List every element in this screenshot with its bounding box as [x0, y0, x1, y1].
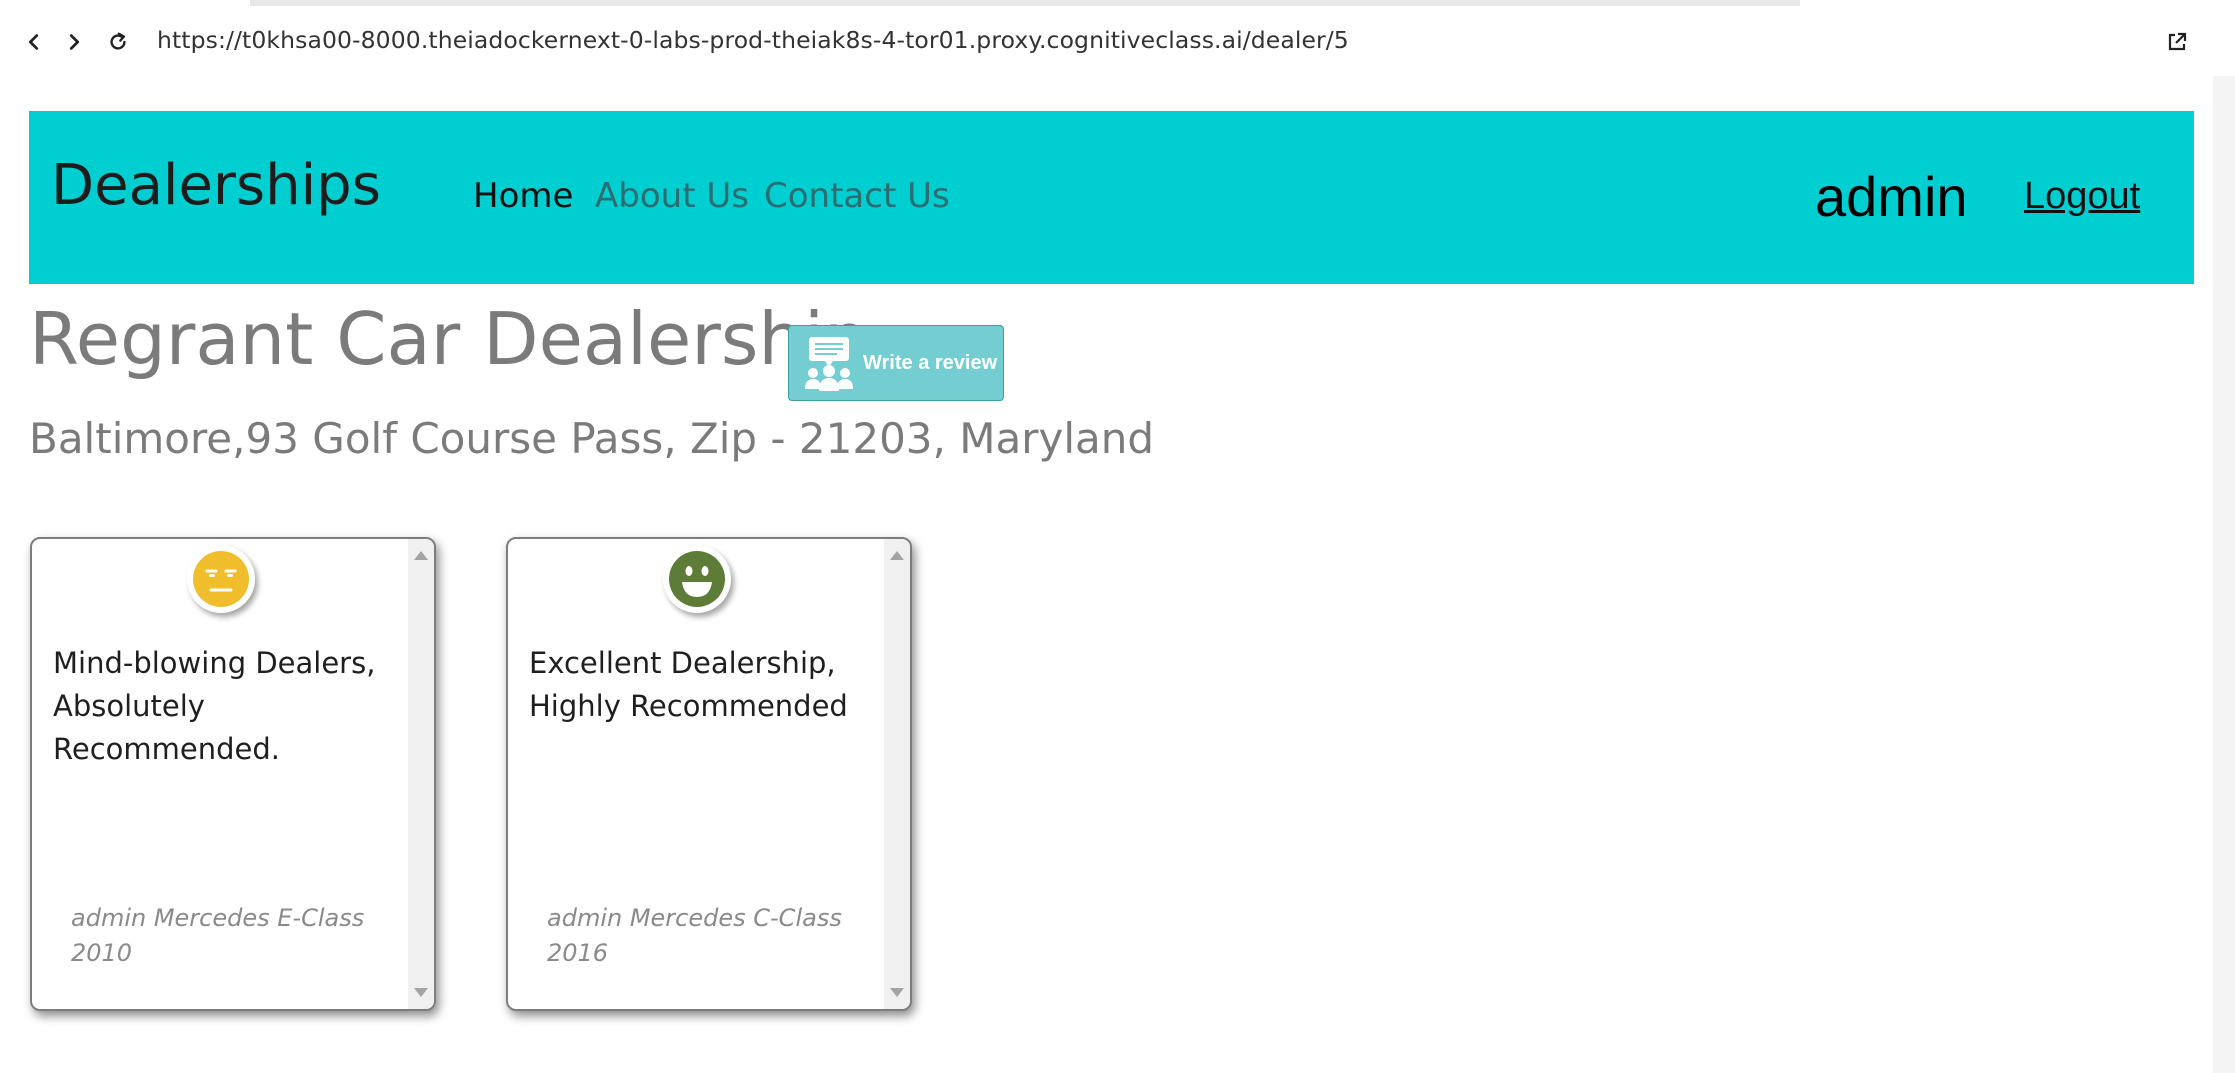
- card-scrollbar[interactable]: [884, 539, 910, 1009]
- dealer-name: Regrant Car Dealership: [29, 297, 870, 381]
- review-card: Mind-blowing Dealers, Absolutely Recomme…: [30, 537, 436, 1011]
- review-text: Mind-blowing Dealers, Absolutely Recomme…: [53, 646, 376, 766]
- review-meta: admin Mercedes C-Class 2016: [547, 904, 842, 967]
- card-scrollbar[interactable]: [408, 539, 434, 1009]
- chevron-right-icon: [69, 34, 80, 50]
- dealer-address: Baltimore,93 Golf Course Pass, Zip - 212…: [29, 414, 1155, 463]
- chevron-left-icon: [28, 34, 39, 50]
- reload-icon: [110, 32, 126, 50]
- browser-toolbar: https://t0khsa00-8000.theiadockernext-0-…: [0, 6, 2235, 76]
- scroll-up-icon[interactable]: [414, 551, 428, 560]
- review-text: Excellent Dealership, Highly Recommended: [529, 646, 848, 723]
- forward-button[interactable]: [60, 28, 88, 56]
- address-bar[interactable]: https://t0khsa00-8000.theiadockernext-0-…: [157, 26, 1349, 54]
- brand-title[interactable]: Dealerships: [51, 158, 381, 214]
- write-review-button[interactable]: Write a review: [788, 325, 1004, 401]
- nav-link-contact-us[interactable]: Contact Us: [764, 179, 950, 213]
- scroll-down-icon[interactable]: [414, 988, 428, 997]
- logout-link[interactable]: Logout: [2024, 177, 2140, 215]
- review-card: Excellent Dealership, Highly Recommended…: [506, 537, 912, 1011]
- nav-link-home[interactable]: Home: [473, 179, 573, 213]
- review-people-icon: [805, 337, 853, 391]
- review-meta: admin Mercedes E-Class 2010: [71, 904, 365, 967]
- open-external-icon[interactable]: [2165, 30, 2189, 54]
- write-review-label: Write a review: [863, 351, 998, 374]
- scroll-up-icon[interactable]: [890, 551, 904, 560]
- username-label: admin: [1815, 165, 1968, 228]
- back-button[interactable]: [20, 28, 48, 56]
- scroll-down-icon[interactable]: [890, 988, 904, 997]
- app-navbar: Dealerships Home About Us Contact Us adm…: [29, 111, 2194, 284]
- page-scrollbar[interactable]: [2213, 76, 2235, 1073]
- nav-link-about-us[interactable]: About Us: [595, 179, 749, 213]
- neutral-face-icon: [187, 545, 255, 613]
- reload-button[interactable]: [104, 28, 132, 56]
- smiling-face-icon: [663, 545, 731, 613]
